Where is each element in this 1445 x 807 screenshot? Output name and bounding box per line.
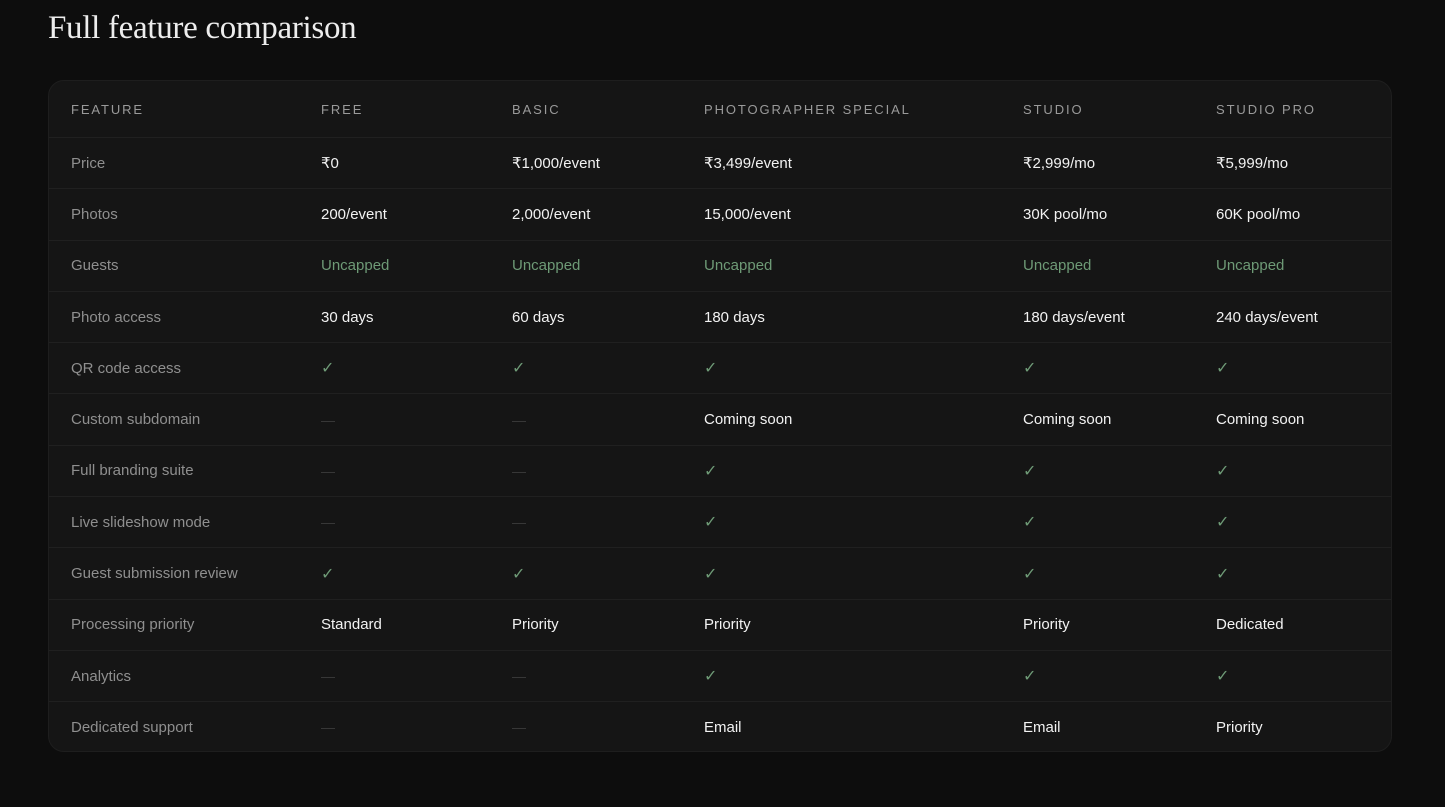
table-header-row: FEATURE FREE BASIC PHOTOGRAPHER SPECIAL … [49,81,1391,137]
value-cell: Standard [321,616,382,634]
feature-label: QR code access [71,359,182,377]
dash-icon: — [512,719,526,736]
value-cell: 60K pool/mo [1216,205,1301,223]
check-icon: ✓ [1216,360,1230,378]
table-row: Price ₹0 ₹1,000/event ₹3,499/event ₹2,999/mo… [49,137,1391,188]
table-row: Live slideshow mode — — ✓ ✓ ✓ [49,496,1391,547]
dash-icon: — [512,411,526,428]
value-cell: 240 days/event [1216,308,1318,326]
column-header-basic: BASIC [512,101,561,117]
column-header-studio: STUDIO [1023,101,1084,117]
feature-label: Guest submission review [71,565,238,583]
dash-icon: — [512,462,526,479]
table-row: Dedicated support — — Email Email Priority [49,701,1391,751]
table-row: Processing priority Standard Priority Prior… [49,598,1391,650]
value-cell: ₹2,999/mo [1023,155,1096,173]
value-cell: 180 days [704,308,765,326]
column-header-photographer-special: PHOTOGRAPHER SPECIAL [704,101,911,117]
value-cell: Uncapped [1023,257,1092,275]
check-icon: ✓ [512,565,526,583]
value-cell: 15,000/event [704,205,791,223]
value-cell: 30K pool/mo [1023,205,1108,223]
feature-comparison-table: FEATURE FREE BASIC PHOTOGRAPHER SPECIAL … [48,80,1392,752]
value-cell: 30 days [321,308,374,326]
column-header-feature: FEATURE [71,101,145,117]
table-row: Guests Uncapped Uncapped Uncapped Uncapped Un… [49,239,1391,291]
dash-icon: — [321,411,335,428]
feature-label: Live slideshow mode [71,513,211,531]
dash-icon: — [321,514,335,531]
value-cell: Uncapped [512,257,581,275]
feature-label: Guests [71,257,119,275]
check-icon: ✓ [321,360,335,378]
value-cell: Priority [704,616,751,634]
value-cell: 180 days/event [1023,308,1125,326]
table-row: Analytics — — ✓ ✓ ✓ [49,649,1391,701]
value-cell: ₹1,000/event [512,155,600,173]
value-cell: 200/event [321,205,387,223]
check-icon: ✓ [704,668,718,686]
table-body: Price ₹0 ₹1,000/event ₹3,499/event ₹2,999/mo… [49,137,1391,751]
column-header-studio-pro: STUDIO PRO [1216,101,1316,117]
table-row: Photo access 30 days 60 days 180 days 180 da… [49,290,1391,342]
check-icon: ✓ [1216,668,1230,686]
page-title: Full feature comparison [48,10,357,46]
value-cell: Priority [1216,718,1263,736]
dash-icon: — [512,514,526,531]
value-cell: Priority [512,616,559,634]
feature-label: Dedicated support [71,718,193,736]
check-icon: ✓ [1023,514,1037,532]
dash-icon: — [321,462,335,479]
check-icon: ✓ [1023,668,1037,686]
check-icon: ✓ [321,565,335,583]
value-cell: Coming soon [1216,411,1305,429]
table-row: Photos 200/event 2,000/event 15,000/event 30… [49,188,1391,239]
table-row: QR code access ✓ ✓ ✓ ✓ ✓ [49,342,1391,393]
check-icon: ✓ [1216,514,1230,532]
feature-label: Full branding suite [71,462,194,480]
value-cell: Email [704,718,742,736]
check-icon: ✓ [1023,360,1037,378]
dash-icon: — [321,668,335,685]
column-header-free: FREE [321,101,364,117]
feature-label: Photo access [71,308,162,326]
value-cell: Email [1023,718,1061,736]
check-icon: ✓ [704,462,718,480]
feature-label: Photos [71,205,118,223]
table-row: Guest submission review ✓ ✓ ✓ ✓ ✓ [49,547,1391,598]
value-cell: Coming soon [704,411,793,429]
check-icon: ✓ [704,514,718,532]
check-icon: ✓ [512,360,526,378]
dash-icon: — [512,668,526,685]
value-cell: ₹0 [321,155,339,173]
value-cell: ₹3,499/event [704,155,792,173]
value-cell: Uncapped [1216,257,1285,275]
check-icon: ✓ [1216,462,1230,480]
value-cell: 60 days [512,308,565,326]
check-icon: ✓ [704,565,718,583]
value-cell: 2,000/event [512,205,591,223]
table-row: Custom subdomain — — Coming soon Coming soon… [49,393,1391,444]
feature-label: Custom subdomain [71,411,201,429]
dash-icon: — [321,719,335,736]
check-icon: ✓ [704,360,718,378]
value-cell: Coming soon [1023,411,1112,429]
value-cell: Uncapped [704,257,773,275]
value-cell: Uncapped [321,257,390,275]
feature-label: Analytics [71,667,132,685]
feature-label: Processing priority [71,616,195,634]
value-cell: Dedicated [1216,616,1284,634]
feature-label: Price [71,154,106,172]
value-cell: ₹5,999/mo [1216,155,1289,173]
table-row: Full branding suite — — ✓ ✓ ✓ [49,444,1391,496]
value-cell: Priority [1023,616,1070,634]
check-icon: ✓ [1023,565,1037,583]
check-icon: ✓ [1216,565,1230,583]
check-icon: ✓ [1023,462,1037,480]
